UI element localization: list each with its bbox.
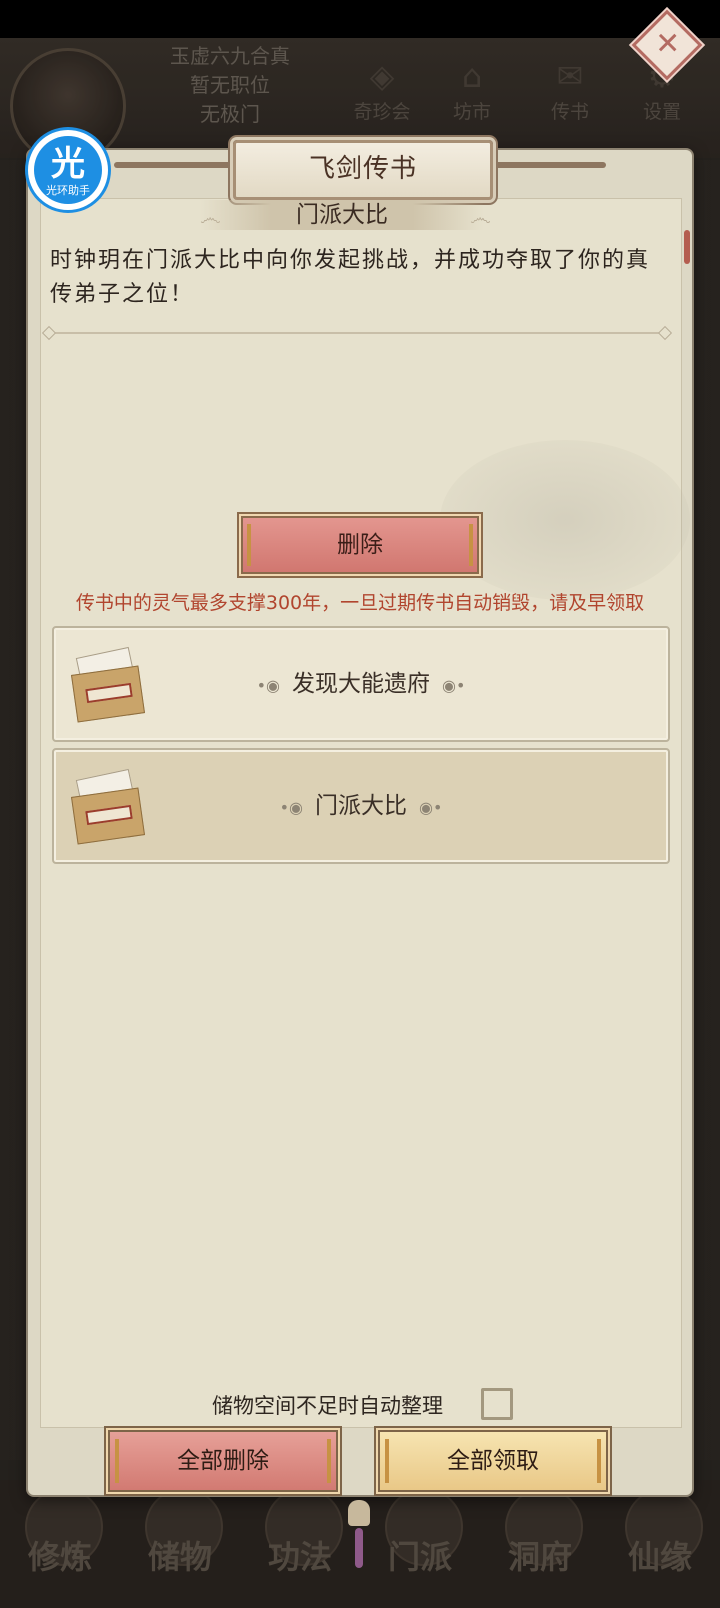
mail-item-title-text: 发现大能遗府	[292, 671, 430, 697]
bell-tassel	[355, 1528, 363, 1568]
expiry-warning: 传书中的灵气最多支撑300年，一旦过期传书自动销毁，请及早领取	[75, 592, 645, 614]
mail-list-item[interactable]: •◉ 发现大能遗府 ◉•	[52, 626, 670, 742]
assistant-badge-char: 光	[51, 144, 85, 184]
close-icon: ✕	[655, 26, 681, 62]
mail-item-title: •◉ 发现大能遗府 ◉•	[256, 671, 466, 697]
content-divider	[46, 332, 668, 334]
delete-button[interactable]: 删除	[241, 516, 479, 574]
mail-item-title-text: 门派大比	[315, 793, 407, 819]
auto-sort-label: 储物空间不足时自动整理	[212, 1394, 443, 1418]
assistant-badge-label: 光环助手	[46, 184, 90, 197]
mail-subject: 门派大比	[200, 200, 484, 230]
dialog-title: 飞剑传书	[233, 140, 493, 200]
mail-list-item-selected[interactable]: •◉ 门派大比 ◉•	[52, 748, 670, 864]
auto-sort-checkbox[interactable]	[481, 1388, 513, 1420]
tassel-ornament	[684, 230, 690, 264]
delete-all-button[interactable]: 全部删除	[108, 1430, 338, 1492]
status-bar	[0, 0, 720, 38]
bell-ornament	[348, 1500, 370, 1526]
claim-all-button[interactable]: 全部领取	[378, 1430, 608, 1492]
mail-body: 时钟玥在门派大比中向你发起挑战，并成功夺取了你的真传弟子之位！	[50, 248, 651, 307]
assistant-badge[interactable]: 光 光环助手	[28, 130, 108, 210]
title-ornament-left	[114, 162, 244, 168]
title-ornament-right	[476, 162, 606, 168]
mail-item-title: •◉ 门派大比 ◉•	[279, 793, 443, 819]
